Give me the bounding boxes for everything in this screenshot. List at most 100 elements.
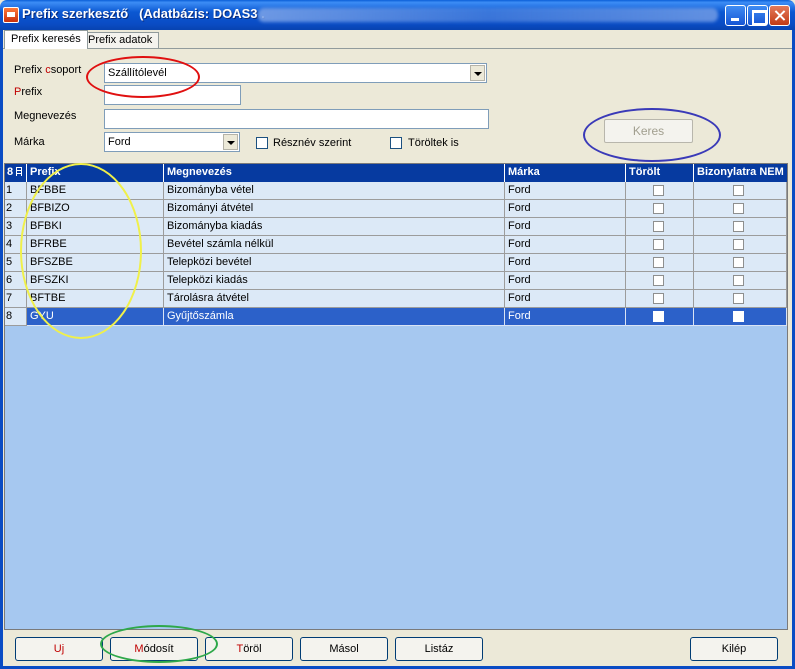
window-title-text: Prefix szerkesztő bbox=[22, 6, 129, 21]
table-row[interactable]: 5 BFSZBE Telepközi bevétel Ford bbox=[5, 254, 787, 272]
torolt-checkbox[interactable] bbox=[653, 275, 664, 286]
maximize-button[interactable] bbox=[747, 5, 768, 26]
cell-bizonylatra-nem[interactable] bbox=[694, 272, 787, 290]
column-header-bizonylatra-nem[interactable]: Bizonylatra NEM bbox=[694, 164, 787, 182]
bizonylatra-nem-checkbox[interactable] bbox=[733, 221, 744, 232]
cell-megnevezes[interactable]: Bevétel számla nélkül bbox=[164, 236, 505, 254]
modosit-button[interactable]: Módosít bbox=[110, 637, 198, 661]
cell-prefix[interactable]: BFBIZO bbox=[27, 200, 164, 218]
column-header-prefix[interactable]: Prefix △ bbox=[27, 164, 164, 182]
redacted-title-region bbox=[258, 8, 718, 22]
bizonylatra-nem-checkbox[interactable] bbox=[733, 203, 744, 214]
cell-bizonylatra-nem[interactable] bbox=[694, 308, 787, 326]
cell-bizonylatra-nem[interactable] bbox=[694, 182, 787, 200]
table-row[interactable]: 2 BFBIZO Bizományi átvétel Ford bbox=[5, 200, 787, 218]
cell-bizonylatra-nem[interactable] bbox=[694, 290, 787, 308]
resznev-checkbox[interactable] bbox=[256, 137, 268, 149]
row-number: 8 bbox=[5, 308, 27, 326]
bizonylatra-nem-checkbox[interactable] bbox=[733, 293, 744, 304]
cell-torolt[interactable] bbox=[626, 290, 694, 308]
cell-marka[interactable]: Ford bbox=[505, 182, 626, 200]
cell-marka[interactable]: Ford bbox=[505, 290, 626, 308]
cell-torolt[interactable] bbox=[626, 254, 694, 272]
torolt-checkbox[interactable] bbox=[653, 203, 664, 214]
marka-combo[interactable]: Ford bbox=[104, 132, 240, 152]
cell-bizonylatra-nem[interactable] bbox=[694, 218, 787, 236]
row-number: 4 bbox=[5, 236, 27, 254]
cell-megnevezes[interactable]: Bizományba vétel bbox=[164, 182, 505, 200]
cell-bizonylatra-nem[interactable] bbox=[694, 254, 787, 272]
app-icon bbox=[3, 7, 19, 23]
cell-megnevezes[interactable]: Bizományba kiadás bbox=[164, 218, 505, 236]
masol-button[interactable]: Másol bbox=[300, 637, 388, 661]
cell-torolt[interactable] bbox=[626, 218, 694, 236]
table-row[interactable]: 6 BFSZKI Telepközi kiadás Ford bbox=[5, 272, 787, 290]
keres-button[interactable]: Keres bbox=[604, 119, 693, 143]
cell-megnevezes[interactable]: Telepközi kiadás bbox=[164, 272, 505, 290]
bizonylatra-nem-checkbox[interactable] bbox=[733, 311, 744, 322]
cell-prefix[interactable]: GYU bbox=[27, 308, 164, 326]
listaz-button[interactable]: Listáz bbox=[395, 637, 483, 661]
torolt-checkbox[interactable] bbox=[653, 239, 664, 250]
table-row[interactable]: 4 BFRBE Bevétel számla nélkül Ford bbox=[5, 236, 787, 254]
torolt-checkbox[interactable] bbox=[653, 185, 664, 196]
cell-prefix[interactable]: BFBBE bbox=[27, 182, 164, 200]
torolt-checkbox[interactable] bbox=[653, 311, 664, 322]
torolt-checkbox[interactable] bbox=[653, 293, 664, 304]
uj-button[interactable]: Uj bbox=[15, 637, 103, 661]
bizonylatra-nem-checkbox[interactable] bbox=[733, 257, 744, 268]
cell-marka[interactable]: Ford bbox=[505, 308, 626, 326]
cell-marka[interactable]: Ford bbox=[505, 254, 626, 272]
cell-torolt[interactable] bbox=[626, 182, 694, 200]
prefix-input[interactable] bbox=[104, 85, 241, 105]
cell-megnevezes[interactable]: Tárolásra átvétel bbox=[164, 290, 505, 308]
torolt-checkbox[interactable] bbox=[653, 221, 664, 232]
prefix-grid[interactable]: 8 Prefix △ Megnevezés Márka Törölt Bizon… bbox=[4, 163, 788, 630]
tab-prefix-adatok[interactable]: Prefix adatok bbox=[81, 32, 160, 48]
cell-megnevezes[interactable]: Telepközi bevétel bbox=[164, 254, 505, 272]
marka-label: Márka bbox=[14, 136, 45, 148]
table-row[interactable]: 8 GYU Gyűjtőszámla Ford bbox=[5, 308, 787, 326]
cell-prefix[interactable]: BFTBE bbox=[27, 290, 164, 308]
cell-marka[interactable]: Ford bbox=[505, 236, 626, 254]
torol-button[interactable]: Töröl bbox=[205, 637, 293, 661]
bizonylatra-nem-checkbox[interactable] bbox=[733, 275, 744, 286]
cell-torolt[interactable] bbox=[626, 200, 694, 218]
toroltek-checkbox[interactable] bbox=[390, 137, 402, 149]
cell-megnevezes[interactable]: Gyűjtőszámla bbox=[164, 308, 505, 326]
tab-prefix-kereses[interactable]: Prefix keresés bbox=[4, 30, 88, 49]
cell-bizonylatra-nem[interactable] bbox=[694, 236, 787, 254]
cell-prefix[interactable]: BFBKI bbox=[27, 218, 164, 236]
cell-bizonylatra-nem[interactable] bbox=[694, 200, 787, 218]
table-row[interactable]: 7 BFTBE Tárolásra átvétel Ford bbox=[5, 290, 787, 308]
prefix-csoport-combo[interactable]: Szállítólevél bbox=[104, 63, 487, 83]
minimize-button[interactable] bbox=[725, 5, 746, 26]
cell-torolt[interactable] bbox=[626, 236, 694, 254]
table-row[interactable]: 3 BFBKI Bizományba kiadás Ford bbox=[5, 218, 787, 236]
torolt-checkbox[interactable] bbox=[653, 257, 664, 268]
kilep-button[interactable]: Kilép bbox=[690, 637, 778, 661]
cell-marka[interactable]: Ford bbox=[505, 218, 626, 236]
resznev-label: Résznév szerint bbox=[273, 137, 352, 149]
row-number: 2 bbox=[5, 200, 27, 218]
cell-marka[interactable]: Ford bbox=[505, 272, 626, 290]
cell-megnevezes[interactable]: Bizományi átvétel bbox=[164, 200, 505, 218]
column-header-marka[interactable]: Márka bbox=[505, 164, 626, 182]
row-number: 1 bbox=[5, 182, 27, 200]
cell-prefix[interactable]: BFSZBE bbox=[27, 254, 164, 272]
row-indicator-icon bbox=[16, 167, 22, 176]
cell-torolt[interactable] bbox=[626, 308, 694, 326]
chevron-down-icon[interactable] bbox=[470, 65, 485, 81]
chevron-down-icon[interactable] bbox=[223, 134, 238, 150]
cell-prefix[interactable]: BFRBE bbox=[27, 236, 164, 254]
table-row[interactable]: 1 BFBBE Bizományba vétel Ford bbox=[5, 182, 787, 200]
column-header-torolt[interactable]: Törölt bbox=[626, 164, 694, 182]
cell-torolt[interactable] bbox=[626, 272, 694, 290]
column-header-megnevezes[interactable]: Megnevezés bbox=[164, 164, 505, 182]
close-button[interactable] bbox=[769, 5, 790, 26]
bizonylatra-nem-checkbox[interactable] bbox=[733, 185, 744, 196]
megnevezes-input[interactable] bbox=[104, 109, 489, 129]
cell-marka[interactable]: Ford bbox=[505, 200, 626, 218]
bizonylatra-nem-checkbox[interactable] bbox=[733, 239, 744, 250]
cell-prefix[interactable]: BFSZKI bbox=[27, 272, 164, 290]
